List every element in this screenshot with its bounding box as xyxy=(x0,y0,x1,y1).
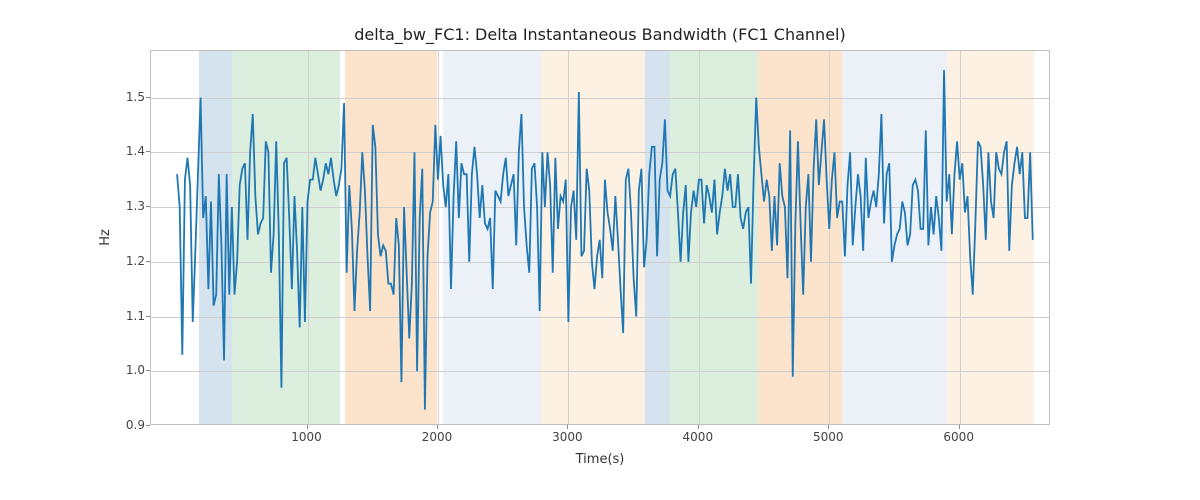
y-axis-label-text: Hz xyxy=(97,229,112,246)
x-tick: 4000 xyxy=(683,430,714,444)
x-tick: 3000 xyxy=(552,430,583,444)
data-line xyxy=(151,51,1050,425)
x-axis-label: Time(s) xyxy=(150,452,1050,467)
x-tick: 6000 xyxy=(943,430,974,444)
x-tick: 5000 xyxy=(813,430,844,444)
y-axis-label: Hz xyxy=(95,50,115,425)
plot-area xyxy=(150,50,1050,425)
figure: delta_bw_FC1: Delta Instantaneous Bandwi… xyxy=(0,0,1200,500)
chart-title: delta_bw_FC1: Delta Instantaneous Bandwi… xyxy=(150,25,1050,44)
x-tick: 2000 xyxy=(422,430,453,444)
x-tick: 1000 xyxy=(291,430,322,444)
